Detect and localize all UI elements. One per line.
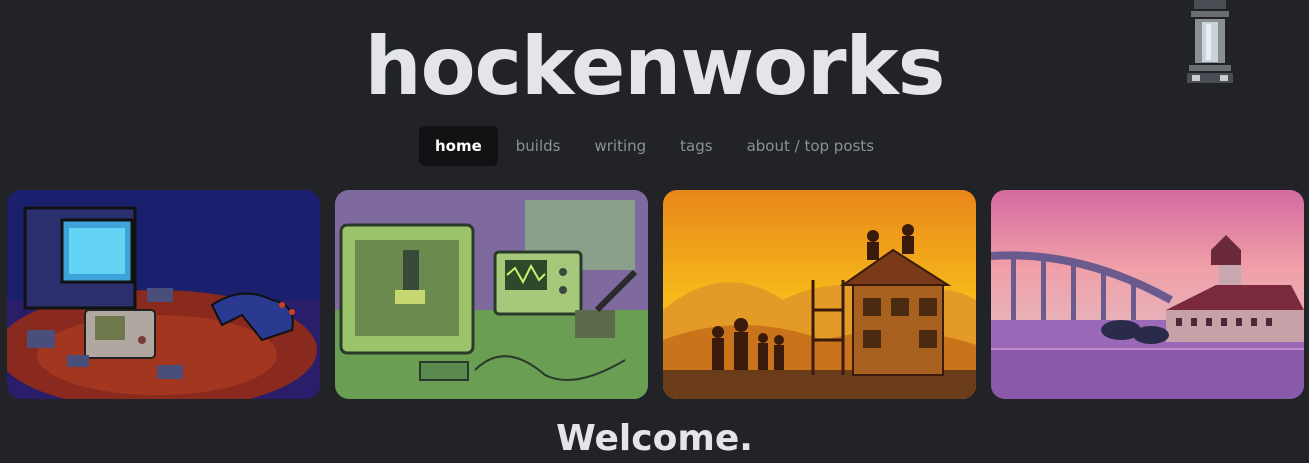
tile-house-building[interactable]: [663, 190, 976, 399]
welcome-heading: Welcome.: [556, 418, 753, 459]
tile-coastal-hotel[interactable]: [991, 190, 1304, 399]
nav-builds[interactable]: builds: [500, 126, 577, 166]
robot-mascot-icon: [1185, 0, 1235, 85]
tile-retro-gaming[interactable]: [7, 190, 320, 399]
retro-gaming-scene-image: [7, 190, 320, 399]
nav-tags[interactable]: tags: [664, 126, 728, 166]
tile-electronics-workbench[interactable]: [335, 190, 648, 399]
house-building-family-image: [663, 190, 976, 399]
site-title[interactable]: hockenworks: [0, 22, 1309, 112]
electronics-workbench-image: [335, 190, 648, 399]
featured-tiles: [7, 190, 1304, 399]
nav-writing[interactable]: writing: [578, 126, 662, 166]
main-nav: home builds writing tags about / top pos…: [0, 126, 1309, 166]
nav-home[interactable]: home: [418, 126, 498, 166]
coastal-hotel-bridge-image: [991, 190, 1304, 399]
nav-about[interactable]: about / top posts: [731, 126, 890, 166]
